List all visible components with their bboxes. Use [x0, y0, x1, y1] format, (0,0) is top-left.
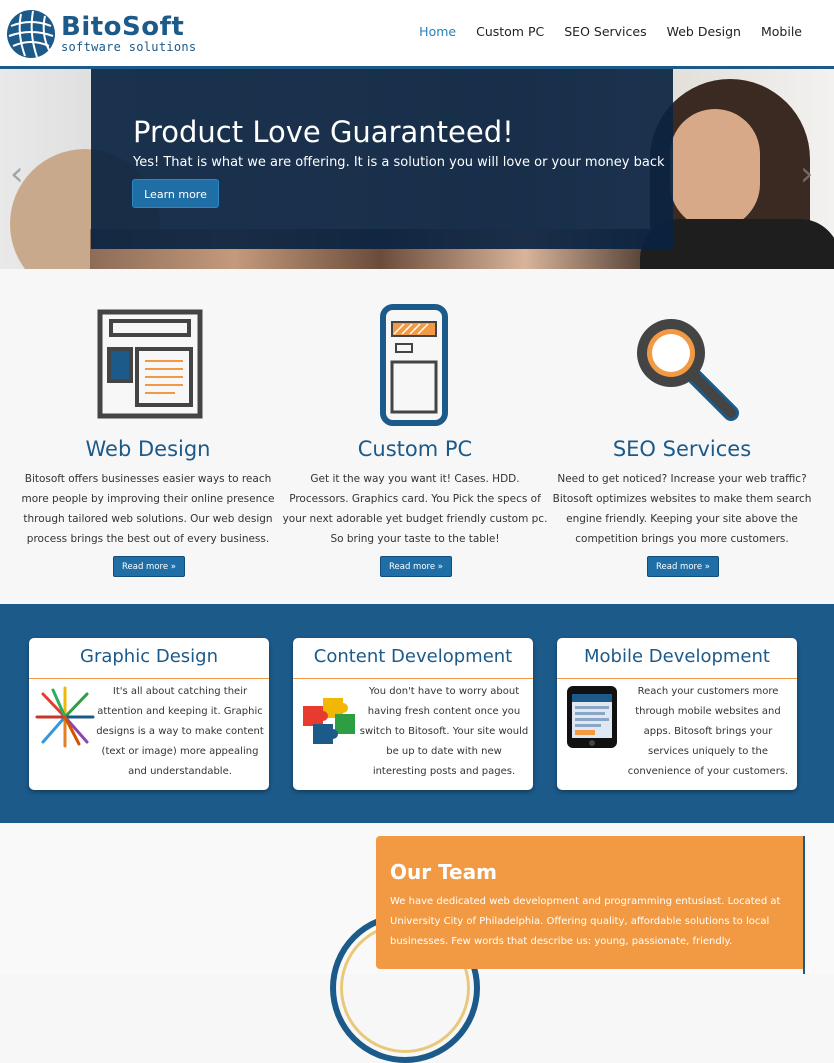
- feature-text: Get it the way you want it! Cases. HDD. …: [282, 473, 548, 545]
- smartphone-icon: [567, 686, 617, 748]
- main-nav: Home Custom PC SEO Services Web Design M…: [419, 24, 802, 39]
- hero-photo-woman-face: [670, 109, 760, 229]
- team-box: Our Team We have dedicated web developme…: [376, 836, 804, 969]
- read-more-button[interactable]: Read more »: [113, 556, 185, 577]
- nav-home[interactable]: Home: [419, 24, 456, 39]
- puzzle-pieces-icon: [303, 698, 355, 744]
- card-text: Reach your customers more through mobile…: [627, 686, 789, 777]
- feature-text: Need to get noticed? Increase your web t…: [552, 473, 812, 545]
- team-title: Our Team: [390, 860, 497, 884]
- chevron-right-icon[interactable]: ›: [800, 154, 814, 194]
- card-graphic-design: Graphic Design It's all about catching t…: [29, 638, 269, 790]
- read-more-button[interactable]: Read more »: [647, 556, 719, 577]
- chevron-left-icon[interactable]: ‹: [10, 154, 24, 194]
- feature-title: SEO Services: [612, 437, 752, 461]
- team-section: Our Team We have dedicated web developme…: [0, 823, 834, 1063]
- globe-logo-icon: [7, 10, 55, 58]
- hero-title: Product Love Guaranteed!: [133, 115, 514, 149]
- features-section: Web Design Bitosoft offers businesses ea…: [0, 269, 834, 604]
- card-content-development: Content Development You don't have to wo…: [293, 638, 533, 790]
- read-more-button[interactable]: Read more »: [380, 556, 452, 577]
- pc-tower-icon: [380, 304, 448, 426]
- web-layout-icon: [97, 309, 203, 419]
- learn-more-button[interactable]: Learn more: [132, 179, 219, 208]
- nav-mobile[interactable]: Mobile: [761, 24, 802, 39]
- card-divider: [293, 678, 533, 679]
- feature-title: Web Design: [85, 437, 211, 461]
- card-text: It's all about catching their attention …: [96, 686, 264, 777]
- hero-slider: ‹ › Product Love Guaranteed! Yes! That i…: [0, 69, 834, 269]
- card-text: You don't have to worry about having fre…: [359, 686, 529, 777]
- card-title: Content Development: [313, 646, 513, 667]
- card-title: Mobile Development: [584, 646, 770, 667]
- colored-pencils-icon: [35, 686, 95, 748]
- brand-tagline: software solutions: [61, 40, 197, 54]
- nav-web-design[interactable]: Web Design: [667, 24, 741, 39]
- nav-custom-pc[interactable]: Custom PC: [476, 24, 544, 39]
- hero-subtitle: Yes! That is what we are offering. It is…: [133, 155, 665, 170]
- nav-seo-services[interactable]: SEO Services: [564, 24, 646, 39]
- feature-title: Custom PC: [357, 437, 473, 461]
- card-divider: [557, 678, 797, 679]
- card-divider: [29, 678, 269, 679]
- feature-text: Bitosoft offers businesses easier ways t…: [21, 473, 275, 545]
- team-text: We have dedicated web development and pr…: [390, 896, 781, 947]
- card-mobile-development: Mobile Development Reach your customers …: [557, 638, 797, 790]
- team-box-edge: [803, 836, 805, 974]
- brand-name: BitoSoft: [61, 12, 185, 42]
- card-title: Graphic Design: [80, 646, 218, 667]
- services-band: Graphic Design It's all about catching t…: [0, 604, 834, 823]
- magnifier-icon: [637, 319, 739, 421]
- logo[interactable]: BitoSoft software solutions: [5, 8, 196, 60]
- site-header: BitoSoft software solutions Home Custom …: [0, 0, 834, 66]
- hero-caption: Product Love Guaranteed! Yes! That is wh…: [91, 69, 673, 249]
